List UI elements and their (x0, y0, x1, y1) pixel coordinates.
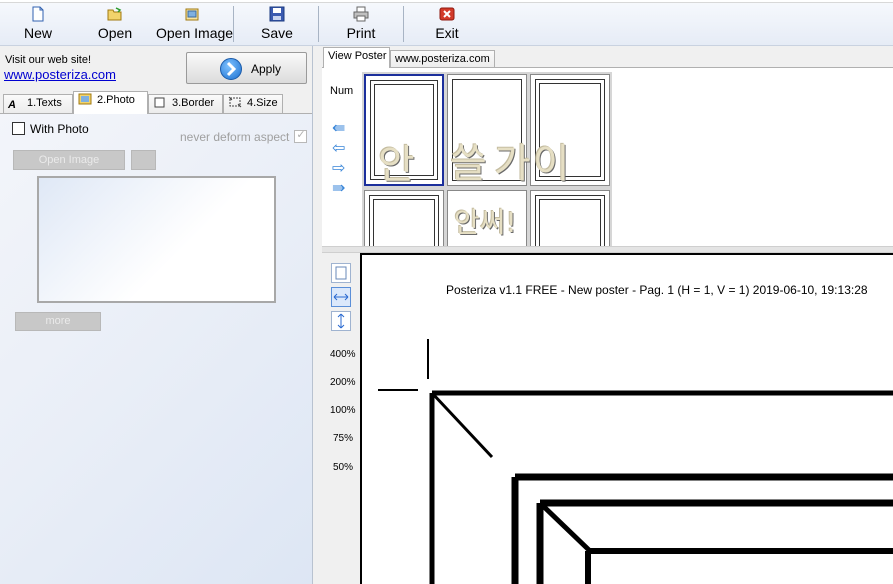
print-label: Print (346, 25, 376, 41)
zoom-tools: 400% 200% 100% 75% 50% (322, 253, 360, 584)
open-button[interactable]: Open (94, 6, 136, 44)
fit-width-icon (333, 293, 349, 301)
left-panel: Visit our web site! www.posteriza.com Ap… (0, 46, 313, 584)
thumb-text: 쓸 (450, 141, 487, 187)
checkbox-box-checked[interactable] (294, 128, 308, 143)
tab-border-label: 3.Border (172, 97, 215, 109)
open-label: Open (97, 25, 133, 41)
num-label: Num (330, 85, 354, 97)
tab-border[interactable]: 3.Border (148, 94, 223, 113)
new-document-icon (32, 6, 44, 22)
fit-page-tool[interactable] (331, 263, 351, 283)
exit-label: Exit (435, 25, 459, 41)
open-image-label: Open Image (156, 25, 234, 41)
arrow-right-icon (220, 58, 242, 80)
open-image-icon (185, 8, 199, 21)
title-strip (0, 0, 893, 3)
zoom-50[interactable]: 50% (333, 462, 353, 473)
thumb-text: 가 (494, 141, 531, 187)
more-button[interactable]: more (15, 312, 101, 331)
thumb-frame (373, 199, 435, 246)
border-icon (154, 97, 165, 108)
thumb-text: 안 (378, 142, 415, 188)
prev-page-arrow-icon[interactable]: ⇦ (332, 138, 345, 158)
toolbar-separator (318, 6, 319, 42)
zoom-75[interactable]: 75% (333, 433, 353, 444)
text-icon: A (8, 99, 16, 111)
save-label: Save (261, 25, 293, 41)
save-disk-icon (269, 6, 285, 22)
checkbox-box[interactable] (12, 122, 25, 135)
apply-label: Apply (251, 62, 282, 76)
new-button[interactable]: New (18, 6, 58, 44)
right-panel: View Poster www.posteriza.com Num ⇚ ⇦ ⇨ … (322, 46, 893, 584)
with-photo-checkbox[interactable]: With Photo (12, 122, 89, 136)
open-folder-icon (107, 7, 122, 21)
fit-height-icon (337, 313, 345, 329)
page-thumbnail[interactable]: 안써! (447, 190, 527, 246)
page-thumbnails: 안 쓸 가 이 안써! (362, 72, 612, 246)
zoom-100[interactable]: 100% (330, 405, 356, 416)
tab-photo[interactable]: 2.Photo (73, 91, 148, 114)
with-photo-label: With Photo (30, 122, 89, 136)
fit-width-tool[interactable] (331, 287, 351, 307)
photo-options-button[interactable] (131, 150, 156, 170)
poster-view-area: Num ⇚ ⇦ ⇨ ⇛ 안 쓸 가 이 안써! 400% 200% 100% 7… (322, 67, 893, 584)
website-link[interactable]: www.posteriza.com (4, 67, 116, 82)
view-splitter[interactable] (322, 246, 893, 253)
exit-button[interactable]: Exit (430, 6, 464, 44)
toolbar-separator (403, 6, 404, 42)
page-thumbnail[interactable] (364, 190, 444, 246)
open-image-button[interactable]: Open Image (156, 6, 234, 44)
never-deform-checkbox[interactable]: never deform aspect (180, 128, 308, 144)
page-thumbnail[interactable]: 쓸 가 (447, 74, 531, 187)
posteriza-window: New Open Open Image Save Print Exit Visi… (0, 0, 893, 584)
last-page-arrow-icon[interactable]: ⇛ (332, 178, 345, 198)
new-label: New (23, 25, 52, 41)
page-icon (335, 266, 347, 280)
first-page-arrow-icon[interactable]: ⇚ (332, 118, 345, 138)
zoom-400[interactable]: 400% (330, 349, 356, 360)
thumb-text: 안써! (454, 206, 517, 239)
tab-size-label: 4.Size (247, 97, 278, 109)
open-image-disabled-button[interactable]: Open Image (13, 150, 125, 170)
zoom-200[interactable]: 200% (330, 377, 356, 388)
never-deform-label: never deform aspect (180, 130, 290, 144)
photo-preview-box (37, 176, 276, 303)
photo-icon (78, 93, 92, 105)
page-preview: Posteriza v1.1 FREE - New poster - Pag. … (360, 253, 893, 584)
poster-border-drawing (378, 339, 893, 584)
thumb-frame (539, 199, 601, 246)
view-tabs: View Poster www.posteriza.com (322, 46, 893, 68)
page-thumbnail[interactable] (530, 190, 610, 246)
fit-height-tool[interactable] (331, 311, 351, 331)
size-icon (228, 96, 242, 108)
toolbar-separator (233, 6, 234, 42)
main-toolbar: New Open Open Image Save Print Exit (0, 0, 893, 46)
tab-view-poster[interactable]: View Poster (323, 47, 390, 68)
photo-tab-page: With Photo never deform aspect Open Imag… (0, 113, 312, 584)
next-page-arrow-icon[interactable]: ⇨ (332, 158, 345, 178)
exit-x-icon (439, 7, 455, 21)
page-thumbnail[interactable]: 안 (364, 74, 444, 188)
thumb-text: 이 (533, 141, 570, 187)
tab-texts[interactable]: A 1.Texts (3, 94, 73, 113)
visit-text: Visit our web site! (5, 54, 92, 66)
save-button[interactable]: Save (258, 6, 296, 44)
printer-icon (353, 6, 369, 22)
tab-website[interactable]: www.posteriza.com (390, 50, 495, 68)
tab-texts-label: 1.Texts (27, 97, 62, 109)
print-button[interactable]: Print (342, 6, 380, 44)
page-thumbnail[interactable]: 이 (530, 74, 610, 187)
apply-button[interactable]: Apply (186, 52, 307, 84)
tab-photo-label: 2.Photo (97, 94, 135, 106)
settings-tabs: A 1.Texts 2.Photo 3.Border 4.Size (0, 91, 313, 114)
tab-size[interactable]: 4.Size (223, 94, 283, 113)
